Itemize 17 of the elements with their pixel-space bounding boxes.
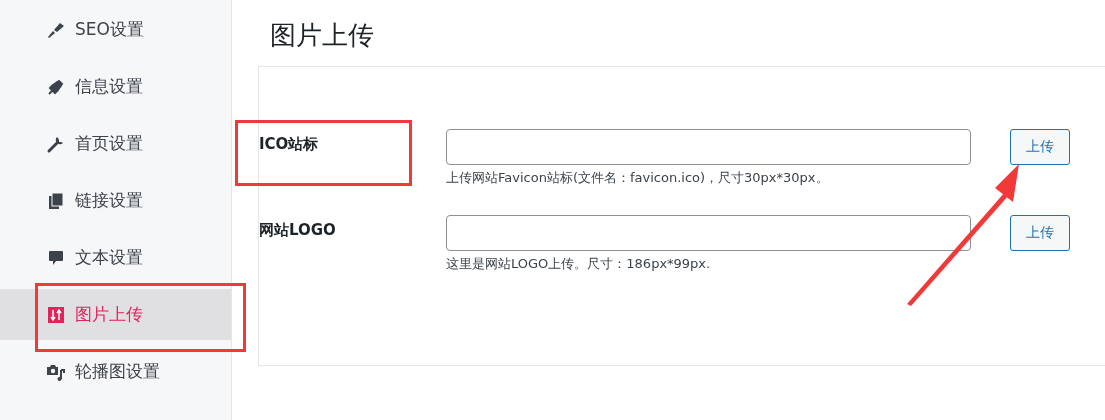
sidebar-item[interactable]: 首页设置 <box>0 115 231 172</box>
help-text: 上传网站Favicon站标(文件名：favicon.ico)，尺寸30px*30px。 <box>446 169 830 187</box>
field-label: ICO站标 <box>259 134 320 154</box>
help-text: 这里是网站LOGO上传。尺寸：186px*99px. <box>446 255 712 273</box>
field-label: 网站LOGO <box>259 220 337 240</box>
input-field[interactable] <box>446 129 971 165</box>
input-field[interactable] <box>446 215 971 251</box>
sidebar-item[interactable]: SEO设置 <box>0 1 231 58</box>
sidebar-item[interactable]: 信息设置 <box>0 58 231 115</box>
sidebar-item[interactable]: 链接设置 <box>0 172 231 229</box>
upload-button[interactable]: 上传 <box>1010 129 1070 165</box>
sliders-icon <box>46 304 66 325</box>
sidebar-item[interactable]: 文本设置 <box>0 229 231 286</box>
page-title: 图片上传 <box>270 19 375 52</box>
upload-button[interactable]: 上传 <box>1010 215 1070 251</box>
sidebar-item[interactable]: 轮播图设置 <box>0 343 231 400</box>
copy-icon <box>46 190 66 211</box>
